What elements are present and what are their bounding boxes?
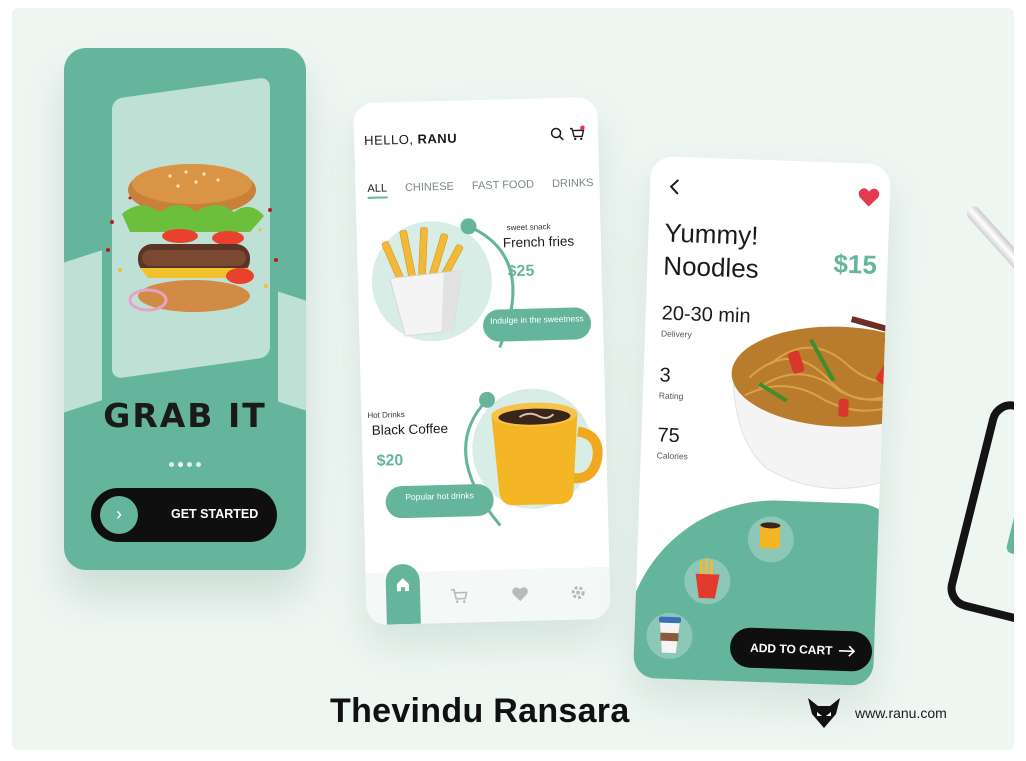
item-price: $20 (376, 452, 404, 470)
dish-title-line: Yummy! (663, 217, 759, 251)
stat-value: 75 (657, 424, 681, 448)
greeting: HELLO, RANU (364, 131, 457, 148)
onboarding-screen: GRAB IT › GET STARTED (64, 48, 306, 570)
item-tag: sweet snack (506, 222, 551, 233)
favorite-heart-icon[interactable] (858, 187, 881, 208)
coffee-thumb-image (759, 522, 781, 549)
bottom-nav (365, 563, 611, 626)
category-tabs: ALL CHINESE FAST FOOD DRINKS (367, 177, 594, 199)
author-name: Thevindu Ransara (330, 692, 630, 730)
get-started-button[interactable]: › GET STARTED (91, 488, 277, 542)
stat-value: 3 (659, 364, 672, 387)
heart-icon[interactable] (511, 585, 529, 603)
fries-thumb-image (695, 558, 720, 599)
pager-dots (64, 462, 306, 467)
greeting-prefix: HELLO, (363, 131, 414, 149)
menu-screen: HELLO, RANU ALL CHINESE FAST FOOD DRINKS (353, 96, 611, 626)
tablet-device-image (942, 396, 1014, 634)
website-link[interactable]: www.ranu.com (855, 705, 947, 721)
headline: GRAB IT (103, 396, 267, 435)
get-started-label: GET STARTED (171, 507, 259, 521)
add-to-cart-label: ADD TO CART (749, 640, 833, 658)
item-tag: Hot Drinks (367, 410, 405, 421)
showcase-canvas: GRAB IT › GET STARTED HELLO, RANU ALL CH… (12, 8, 1014, 750)
pager-dot[interactable] (196, 462, 201, 467)
fox-logo-icon (808, 698, 840, 728)
stat-label: Calories (656, 450, 689, 462)
greeting-name: RANU (417, 130, 458, 147)
cup-thumb-image (658, 616, 682, 654)
tablet-screen-decor (1005, 493, 1014, 562)
item-price: $25 (507, 262, 535, 281)
related-item-coffee[interactable] (747, 515, 795, 564)
back-arrow-icon[interactable] (668, 179, 681, 195)
nav-home[interactable] (385, 563, 421, 625)
dish-price: $15 (833, 248, 878, 280)
decor-shape (64, 250, 102, 416)
noodles-bowl-image (731, 316, 892, 489)
cart-icon[interactable] (450, 586, 468, 604)
stylus-image (964, 203, 1014, 303)
item-name[interactable]: French fries (503, 234, 575, 251)
search-icon[interactable] (550, 127, 564, 141)
gear-icon[interactable] (569, 583, 587, 601)
details-screen: Yummy! Noodles $15 20-30 min Delivery 3 … (632, 155, 892, 687)
cart-icon[interactable] (569, 125, 585, 141)
home-icon (396, 578, 409, 592)
stat-label: Rating (658, 390, 684, 402)
tab-fast-food[interactable]: FAST FOOD (472, 179, 535, 197)
dish-title: Yummy! Noodles (663, 216, 761, 285)
tab-all[interactable]: ALL (367, 182, 388, 199)
item-name[interactable]: Black Coffee (372, 421, 449, 438)
dish-title-line: Noodles (662, 250, 760, 284)
tab-chinese[interactable]: CHINESE (405, 181, 454, 198)
related-item-fries[interactable] (683, 557, 732, 605)
burger-image (106, 164, 278, 312)
pager-dot-active[interactable] (178, 462, 183, 467)
related-item-cup[interactable] (645, 612, 694, 660)
arrow-right-icon (838, 645, 856, 657)
pager-dot[interactable] (169, 462, 174, 467)
add-to-cart-button[interactable]: ADD TO CART (729, 627, 873, 672)
pager-dot[interactable] (187, 462, 192, 467)
stat-label: Delivery (660, 328, 692, 340)
item-pill[interactable]: Indulge in the sweetness (482, 307, 592, 342)
tab-drinks[interactable]: DRINKS (552, 177, 594, 194)
chevron-right-icon: › (100, 496, 138, 534)
item-pill[interactable]: Popular hot drinks (385, 483, 495, 519)
